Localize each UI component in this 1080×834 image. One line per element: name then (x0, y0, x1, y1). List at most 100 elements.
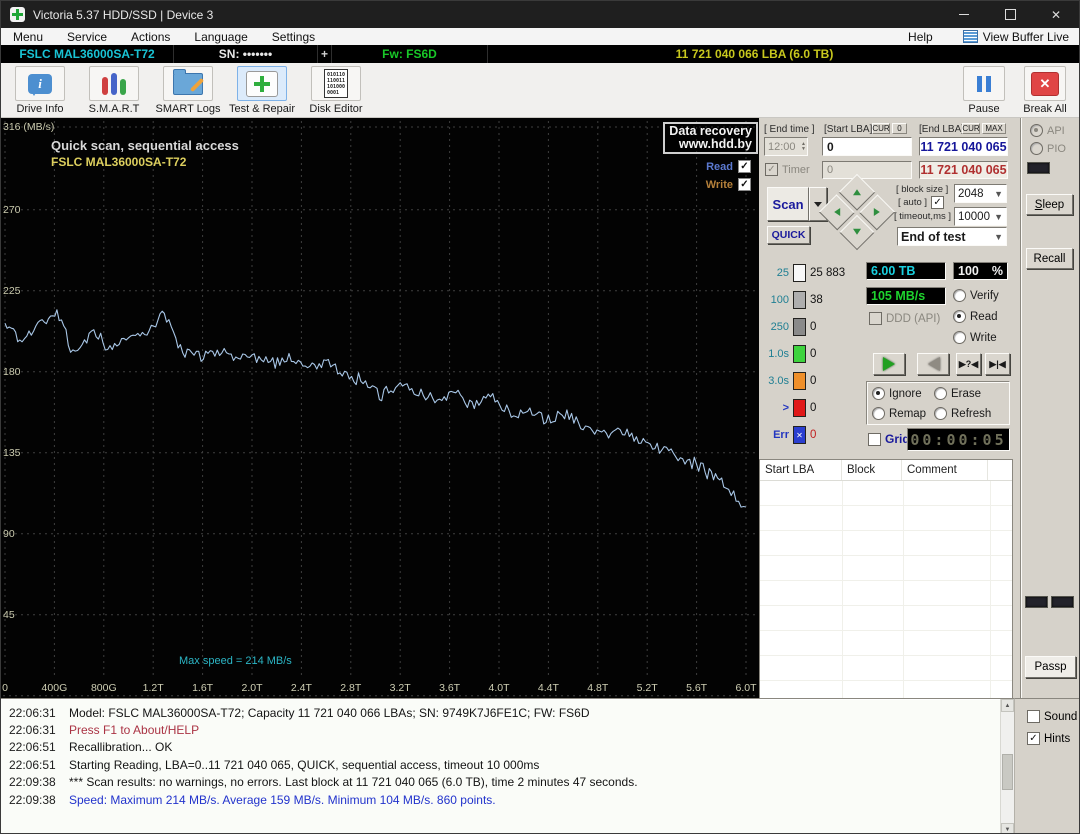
break-all-button[interactable]: ✕ Break All (1015, 66, 1075, 115)
read-radio[interactable] (953, 310, 966, 323)
x-axis-tick-label: 6.0T (726, 682, 759, 694)
first-aid-cross-icon (246, 71, 278, 97)
menu-item-help[interactable]: Help (896, 30, 963, 44)
start-lba-zero-button[interactable]: 0 (892, 123, 907, 134)
view-buffer-live-button[interactable]: View Buffer Live (963, 30, 1079, 44)
scroll-up-button[interactable]: ▲ (1001, 699, 1014, 712)
auto-toggle[interactable]: [ auto ] ✓ (898, 196, 944, 209)
sound-checkbox[interactable] (1027, 710, 1040, 723)
end-lba-max-button[interactable]: MAX (982, 123, 1006, 134)
read-option[interactable]: Read (953, 310, 998, 323)
mini-indicator-button[interactable] (1027, 162, 1050, 174)
passp-button[interactable]: Passp (1025, 656, 1076, 678)
window-title: Victoria 5.37 HDD/SSD | Device 3 (33, 8, 213, 22)
close-button[interactable]: ✕ (1033, 1, 1079, 28)
sleep-button[interactable]: Sleep (1026, 194, 1073, 215)
nav-diamond (819, 174, 895, 250)
column-block[interactable]: Block (842, 460, 902, 480)
remap-radio[interactable] (872, 407, 885, 420)
end-time-spinner[interactable]: 12:00 ▲▼ (764, 137, 808, 156)
log-line: 22:06:51 Recallibration... OK (1, 739, 1014, 756)
stat-row-250: 250 0 (763, 318, 816, 336)
show-serial-button[interactable]: + (318, 45, 332, 63)
stat-row-err: Err ✕ 0 (763, 426, 816, 444)
menu-item-actions[interactable]: Actions (119, 30, 182, 44)
spinner-arrows-icon[interactable]: ▲▼ (801, 142, 807, 152)
mini-button-1[interactable] (1025, 596, 1048, 608)
scan-button[interactable]: Scan (767, 187, 809, 221)
x-axis-tick-label: 5.6T (677, 682, 717, 694)
disk-editor-button[interactable]: 0101101100111010000001 Disk Editor (301, 66, 371, 115)
recall-button[interactable]: Recall (1026, 248, 1073, 269)
write-checkbox[interactable]: ✓ (738, 178, 751, 191)
write-option[interactable]: Write (953, 331, 997, 344)
ignore-option[interactable]: Ignore (872, 387, 922, 400)
hints-toggle[interactable]: ✓ Hints (1027, 732, 1070, 745)
stat-row-1s: 1.0s 0 (763, 345, 816, 363)
smart-button[interactable]: S.M.A.R.T (79, 66, 149, 115)
y-axis-tick-label: 90 (3, 528, 15, 540)
auto-checkbox[interactable]: ✓ (931, 196, 944, 209)
column-start-lba[interactable]: Start LBA (760, 460, 842, 480)
minimize-button[interactable] (941, 1, 987, 28)
refresh-radio[interactable] (934, 407, 947, 420)
write-radio[interactable] (953, 331, 966, 344)
grid-checkbox[interactable] (868, 433, 881, 446)
graph-write-toggle[interactable]: Write ✓ (706, 178, 751, 191)
folder-pencil-icon (173, 73, 203, 95)
reverse-button[interactable] (917, 353, 949, 375)
sound-toggle[interactable]: Sound (1027, 710, 1077, 723)
hints-checkbox[interactable]: ✓ (1027, 732, 1040, 745)
grid-toggle[interactable]: Grid (868, 432, 910, 446)
verify-radio[interactable] (953, 289, 966, 302)
scroll-down-button[interactable]: ▼ (1001, 823, 1014, 834)
end-lba-display[interactable]: 11 721 040 065 (919, 137, 1008, 156)
start-lba-cur-button[interactable]: CUR (872, 123, 890, 134)
ignore-radio[interactable] (872, 387, 885, 400)
drive-info-button[interactable]: i Drive Info (5, 66, 75, 115)
test-repair-button[interactable]: Test & Repair (227, 66, 297, 115)
verify-option[interactable]: Verify (953, 289, 999, 302)
menu-item-settings[interactable]: Settings (260, 30, 327, 44)
log-line: 22:09:38 Speed: Maximum 214 MB/s. Averag… (1, 791, 1014, 808)
table-row (760, 606, 1012, 631)
timeout-select[interactable]: 10000▼ (954, 207, 1007, 226)
mini-button-2[interactable] (1051, 596, 1074, 608)
column-comment[interactable]: Comment (902, 460, 988, 480)
seek-question-icon: ▶?◀ (959, 359, 978, 370)
x-axis-tick-label: 4.0T (479, 682, 519, 694)
capacity-display: 6.00 TB (866, 262, 946, 280)
menu-item-service[interactable]: Service (55, 30, 119, 44)
menu-item-language[interactable]: Language (182, 30, 259, 44)
timer-checkbox[interactable]: ✓ (765, 163, 778, 176)
quick-button[interactable]: QUICK (767, 226, 810, 244)
start-lba-input[interactable]: 0 (822, 137, 912, 156)
menu-item-menu[interactable]: Menu (1, 30, 55, 44)
table-row (760, 656, 1012, 681)
x-axis-tick-label: 800G (84, 682, 124, 694)
graph-read-toggle[interactable]: Read ✓ (706, 160, 751, 173)
seek-question-button[interactable]: ▶?◀ (956, 353, 981, 375)
erase-radio[interactable] (934, 387, 947, 400)
max-speed-note: Max speed = 214 MB/s (179, 655, 292, 667)
table-row (760, 581, 1012, 606)
refresh-option[interactable]: Refresh (934, 407, 991, 420)
scrollbar-thumb[interactable] (1002, 754, 1013, 790)
smart-logs-button[interactable]: SMART Logs (153, 66, 223, 115)
start-lba-label: [Start LBA] (824, 124, 872, 135)
end-lba-cur-button[interactable]: CUR (962, 123, 980, 134)
block-size-select[interactable]: 2048▼ (954, 184, 1007, 203)
log-scrollbar[interactable]: ▲ ▼ (1000, 699, 1014, 834)
maximize-button[interactable] (987, 1, 1033, 28)
seek-end-button[interactable]: ▶|◀ (985, 353, 1010, 375)
end-of-test-select[interactable]: End of test▼ (897, 227, 1007, 246)
graph-title: Quick scan, sequential access (51, 138, 239, 153)
scan-split-button[interactable]: Scan (767, 187, 827, 219)
remap-option[interactable]: Remap (872, 407, 926, 420)
erase-option[interactable]: Erase (934, 387, 981, 400)
seek-end-icon: ▶|◀ (989, 359, 1005, 370)
pause-button[interactable]: Pause (957, 66, 1011, 115)
read-checkbox[interactable]: ✓ (738, 160, 751, 173)
timer-toggle[interactable]: ✓ Timer (765, 163, 810, 176)
start-test-button[interactable] (873, 353, 905, 375)
